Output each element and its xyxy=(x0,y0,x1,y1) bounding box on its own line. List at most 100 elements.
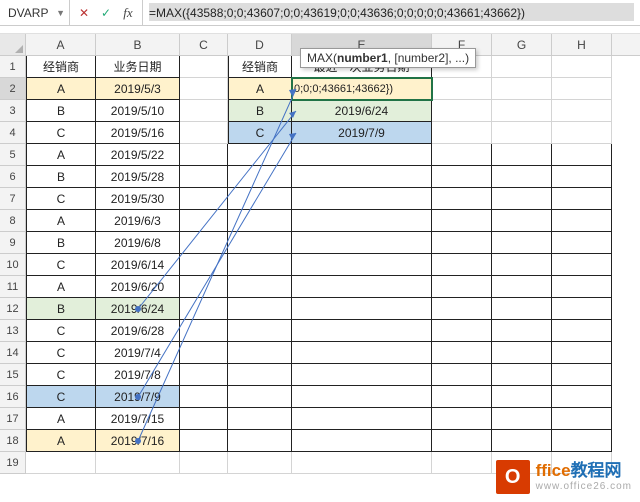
cell[interactable] xyxy=(180,78,228,100)
cell[interactable]: C xyxy=(228,122,292,144)
cell[interactable] xyxy=(432,320,492,342)
cell[interactable]: 2019/6/24 xyxy=(96,298,180,320)
row-header[interactable]: 15 xyxy=(0,364,26,386)
cell[interactable] xyxy=(432,232,492,254)
cell[interactable] xyxy=(432,210,492,232)
cell[interactable] xyxy=(432,386,492,408)
cell[interactable] xyxy=(492,320,552,342)
col-header-H[interactable]: H xyxy=(552,34,612,55)
row-header[interactable]: 13 xyxy=(0,320,26,342)
cancel-icon[interactable]: ✕ xyxy=(76,5,92,21)
cell[interactable] xyxy=(432,408,492,430)
cell[interactable] xyxy=(492,364,552,386)
cell[interactable] xyxy=(180,364,228,386)
name-box[interactable]: DVARP ▼ xyxy=(0,0,70,25)
row-header[interactable]: 9 xyxy=(0,232,26,254)
row-header[interactable]: 3 xyxy=(0,100,26,122)
cell[interactable]: C xyxy=(26,342,96,364)
cell[interactable] xyxy=(292,430,432,452)
cell[interactable]: 2019/6/3 xyxy=(96,210,180,232)
cell[interactable] xyxy=(552,364,612,386)
cell[interactable] xyxy=(228,188,292,210)
cell[interactable] xyxy=(180,210,228,232)
cell[interactable] xyxy=(180,276,228,298)
cell[interactable] xyxy=(492,210,552,232)
cell[interactable] xyxy=(492,276,552,298)
cell[interactable] xyxy=(228,210,292,232)
cell[interactable] xyxy=(228,364,292,386)
cell[interactable] xyxy=(180,386,228,408)
cell[interactable] xyxy=(492,188,552,210)
cell[interactable] xyxy=(552,166,612,188)
cell[interactable] xyxy=(552,276,612,298)
row-header[interactable]: 17 xyxy=(0,408,26,430)
cell[interactable] xyxy=(292,342,432,364)
col-header-A[interactable]: A xyxy=(26,34,96,55)
row-header[interactable]: 19 xyxy=(0,452,26,474)
cell[interactable] xyxy=(432,100,492,122)
row-header[interactable]: 5 xyxy=(0,144,26,166)
cell[interactable]: 2019/5/28 xyxy=(96,166,180,188)
cell[interactable]: A xyxy=(26,144,96,166)
row-header[interactable]: 11 xyxy=(0,276,26,298)
row-header[interactable]: 7 xyxy=(0,188,26,210)
cell[interactable] xyxy=(180,408,228,430)
cell[interactable] xyxy=(228,452,292,474)
cell[interactable] xyxy=(432,276,492,298)
cell[interactable] xyxy=(432,254,492,276)
cell[interactable] xyxy=(492,100,552,122)
cell[interactable] xyxy=(552,210,612,232)
cell[interactable] xyxy=(180,342,228,364)
row-header[interactable]: 8 xyxy=(0,210,26,232)
cell[interactable]: 2019/5/30 xyxy=(96,188,180,210)
cell[interactable] xyxy=(432,364,492,386)
col-header-C[interactable]: C xyxy=(180,34,228,55)
cell[interactable] xyxy=(432,430,492,452)
cell[interactable] xyxy=(432,452,492,474)
cell[interactable]: 2019/6/14 xyxy=(96,254,180,276)
cell[interactable] xyxy=(552,408,612,430)
cell[interactable]: 2019/6/28 xyxy=(96,320,180,342)
cell[interactable] xyxy=(292,364,432,386)
formula-input[interactable]: =MAX({43588;0;0;43607;0;0;43619;0;0;4363… xyxy=(143,0,640,25)
cell[interactable]: A xyxy=(26,210,96,232)
cell[interactable] xyxy=(26,452,96,474)
cell[interactable]: C xyxy=(26,254,96,276)
cell[interactable] xyxy=(228,276,292,298)
row-header[interactable]: 18 xyxy=(0,430,26,452)
cell[interactable] xyxy=(432,122,492,144)
cell[interactable] xyxy=(492,166,552,188)
cell[interactable]: 2019/5/3 xyxy=(96,78,180,100)
cell[interactable]: 2019/7/4 xyxy=(96,342,180,364)
fx-icon[interactable]: fx xyxy=(120,5,136,21)
cell[interactable]: 2019/7/15 xyxy=(96,408,180,430)
cell[interactable]: B xyxy=(228,100,292,122)
cell[interactable] xyxy=(292,408,432,430)
cell[interactable] xyxy=(492,122,552,144)
cell[interactable] xyxy=(228,254,292,276)
cell[interactable] xyxy=(228,430,292,452)
col-header-B[interactable]: B xyxy=(96,34,180,55)
cell[interactable]: 2019/5/10 xyxy=(96,100,180,122)
cell[interactable] xyxy=(552,298,612,320)
cell[interactable]: A xyxy=(228,78,292,100)
cell[interactable]: 2019/7/16 xyxy=(96,430,180,452)
cell[interactable] xyxy=(292,386,432,408)
cell[interactable]: 2019/7/8 xyxy=(96,364,180,386)
row-header[interactable]: 12 xyxy=(0,298,26,320)
cell[interactable] xyxy=(180,56,228,78)
cell[interactable] xyxy=(292,298,432,320)
cell[interactable]: 2019/5/16 xyxy=(96,122,180,144)
cell[interactable] xyxy=(180,320,228,342)
cell[interactable] xyxy=(180,188,228,210)
cell[interactable] xyxy=(432,166,492,188)
cell[interactable] xyxy=(432,188,492,210)
cell[interactable]: A xyxy=(26,408,96,430)
cell[interactable] xyxy=(180,430,228,452)
cell[interactable] xyxy=(228,232,292,254)
cell[interactable]: B xyxy=(26,166,96,188)
cell[interactable] xyxy=(292,210,432,232)
cell[interactable] xyxy=(552,188,612,210)
cell[interactable] xyxy=(432,144,492,166)
cell[interactable] xyxy=(552,320,612,342)
